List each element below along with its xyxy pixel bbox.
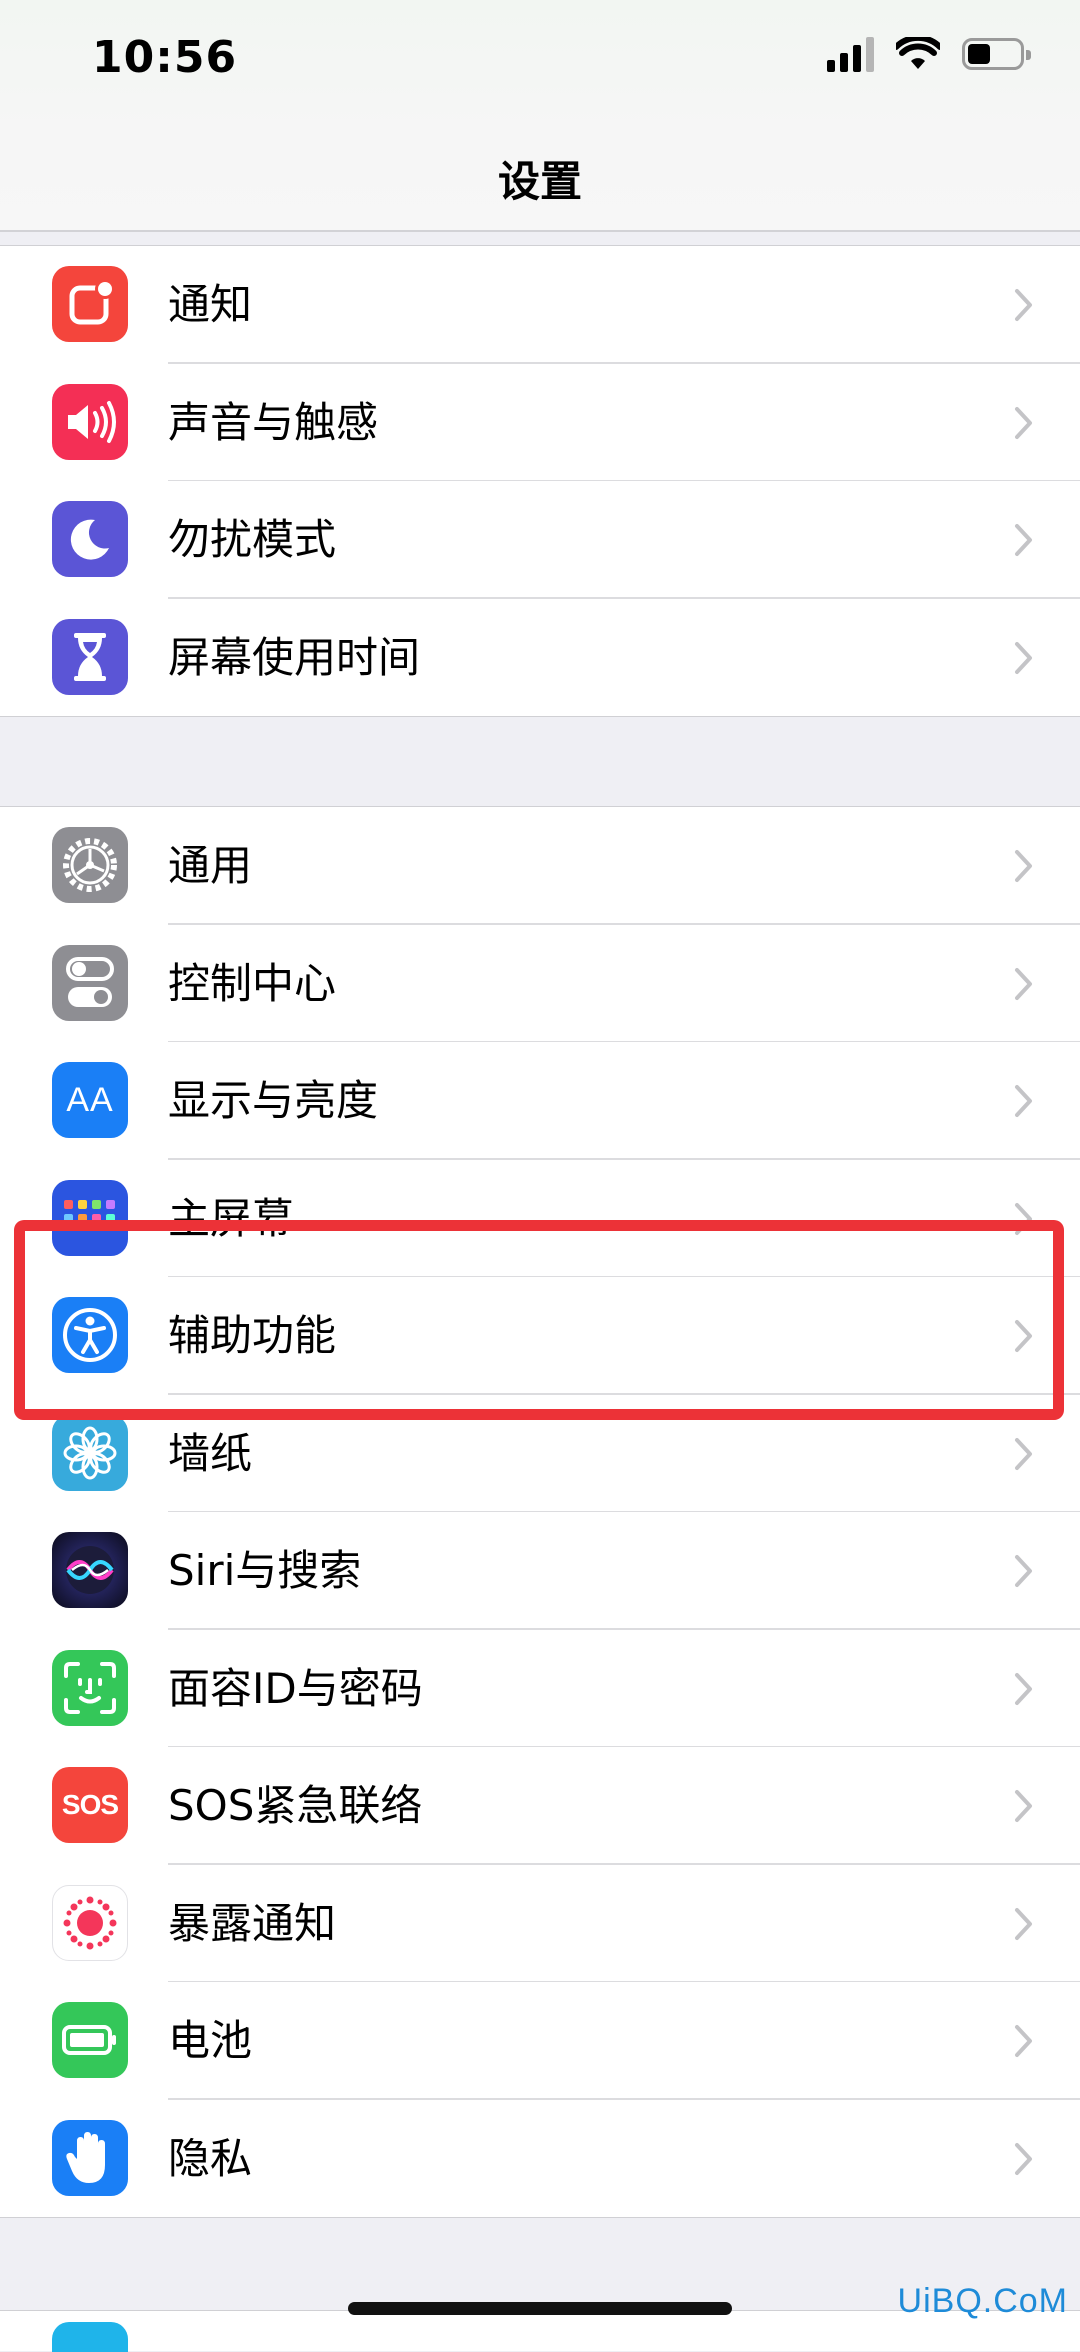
chevron-right-icon bbox=[1015, 2142, 1032, 2175]
row-label: 声音与触感 bbox=[168, 397, 379, 447]
row-label: 通用 bbox=[168, 841, 253, 890]
toggles-icon bbox=[52, 944, 128, 1021]
row-label: 控制中心 bbox=[168, 958, 337, 1008]
settings-row-siri[interactable]: Siri与搜索 bbox=[0, 1512, 1080, 1630]
settings-group-2: 通用 控制中心 AA 显示与亮度 主屏幕 辅助功能 墙纸 Siri与搜索 面容I… bbox=[0, 806, 1080, 2218]
home-indicator[interactable] bbox=[348, 2302, 732, 2315]
accessibility-icon bbox=[52, 1297, 128, 1373]
chevron-right-icon bbox=[1015, 1085, 1032, 1117]
settings-row-notifications[interactable]: 通知 bbox=[0, 246, 1080, 364]
chevron-right-icon bbox=[1015, 2025, 1032, 2057]
chevron-right-icon bbox=[1015, 1437, 1032, 1470]
hourglass-icon bbox=[52, 618, 128, 695]
page-title: 设置 bbox=[497, 157, 582, 206]
row-label: SOS紧急联络 bbox=[168, 1781, 423, 1830]
settings-row-general[interactable]: 通用 bbox=[0, 807, 1080, 925]
chevron-right-icon bbox=[1015, 1907, 1032, 1940]
status-icons bbox=[827, 36, 1031, 72]
settings-row-wallpaper[interactable]: 墙纸 bbox=[0, 1395, 1080, 1512]
flower-icon bbox=[52, 1414, 128, 1491]
settings-row-privacy[interactable]: 隐私 bbox=[0, 2100, 1080, 2218]
chevron-right-icon bbox=[1015, 1555, 1032, 1587]
settings-row-control-center[interactable]: 控制中心 bbox=[0, 925, 1080, 1042]
settings-row-exposure-notifications[interactable]: 暴露通知 bbox=[0, 1865, 1080, 1982]
text-size-icon: AA bbox=[52, 1062, 128, 1138]
watermark: UiBQ.CoM bbox=[897, 2282, 1068, 2320]
sound-icon bbox=[52, 383, 128, 460]
moon-icon bbox=[52, 501, 128, 577]
siri-icon bbox=[52, 1532, 128, 1608]
row-label: 勿扰模式 bbox=[168, 515, 337, 564]
text-size-icon-label: AA bbox=[66, 1080, 114, 1119]
settings-row-do-not-disturb[interactable]: 勿扰模式 bbox=[0, 481, 1080, 599]
sos-icon: SOS bbox=[52, 1767, 128, 1843]
sos-icon-label: SOS bbox=[61, 1789, 119, 1820]
face-id-icon bbox=[52, 1649, 128, 1726]
chevron-right-icon bbox=[1015, 406, 1032, 439]
row-label: 显示与亮度 bbox=[168, 1076, 379, 1125]
cellular-signal-icon bbox=[827, 36, 874, 72]
chevron-right-icon bbox=[1015, 1320, 1032, 1352]
gear-icon bbox=[52, 827, 128, 903]
row-label: 隐私 bbox=[168, 2133, 253, 2183]
row-label: 通知 bbox=[168, 280, 253, 329]
wifi-icon bbox=[896, 37, 940, 69]
row-label: 墙纸 bbox=[168, 1428, 253, 1478]
battery-icon bbox=[52, 2002, 128, 2078]
status-time: 10:56 bbox=[92, 32, 238, 83]
row-label: 主屏幕 bbox=[168, 1193, 295, 1243]
row-label: Siri与搜索 bbox=[168, 1546, 362, 1595]
settings-group-1: 通知 声音与触感 勿扰模式 屏幕使用时间 bbox=[0, 245, 1080, 717]
settings-row-screen-time[interactable]: 屏幕使用时间 bbox=[0, 599, 1080, 717]
row-label: 电池 bbox=[168, 2016, 253, 2065]
settings-row-accessibility[interactable]: 辅助功能 bbox=[0, 1277, 1080, 1395]
row-label: 屏幕使用时间 bbox=[168, 632, 421, 682]
settings-row-sounds[interactable]: 声音与触感 bbox=[0, 364, 1080, 481]
notifications-icon bbox=[52, 266, 128, 342]
battery-status-icon bbox=[962, 38, 1031, 70]
settings-row-battery[interactable]: 电池 bbox=[0, 1982, 1080, 2100]
row-label: 辅助功能 bbox=[168, 1311, 337, 1360]
exposure-icon bbox=[52, 1884, 128, 1961]
chevron-right-icon bbox=[1015, 641, 1032, 674]
chevron-right-icon bbox=[1015, 524, 1032, 556]
chevron-right-icon bbox=[1015, 1790, 1032, 1822]
settings-row-home-screen[interactable]: 主屏幕 bbox=[0, 1160, 1080, 1277]
hand-icon bbox=[52, 2119, 128, 2196]
settings-row-face-id[interactable]: 面容ID与密码 bbox=[0, 1630, 1080, 1747]
status-and-nav-bar: 10:56 设置 bbox=[0, 0, 1080, 232]
row-label: 面容ID与密码 bbox=[168, 1663, 423, 1713]
settings-row-display[interactable]: AA 显示与亮度 bbox=[0, 1042, 1080, 1160]
chevron-right-icon bbox=[1015, 289, 1032, 321]
chevron-right-icon bbox=[1015, 850, 1032, 882]
chevron-right-icon bbox=[1015, 1672, 1032, 1705]
chevron-right-icon bbox=[1015, 967, 1032, 1000]
chevron-right-icon bbox=[1015, 1202, 1032, 1235]
row-label: 暴露通知 bbox=[168, 1898, 337, 1948]
partial-row-icon bbox=[52, 2322, 128, 2352]
settings-row-emergency-sos[interactable]: SOS SOS紧急联络 bbox=[0, 1747, 1080, 1865]
home-screen-icon bbox=[52, 1179, 128, 1256]
